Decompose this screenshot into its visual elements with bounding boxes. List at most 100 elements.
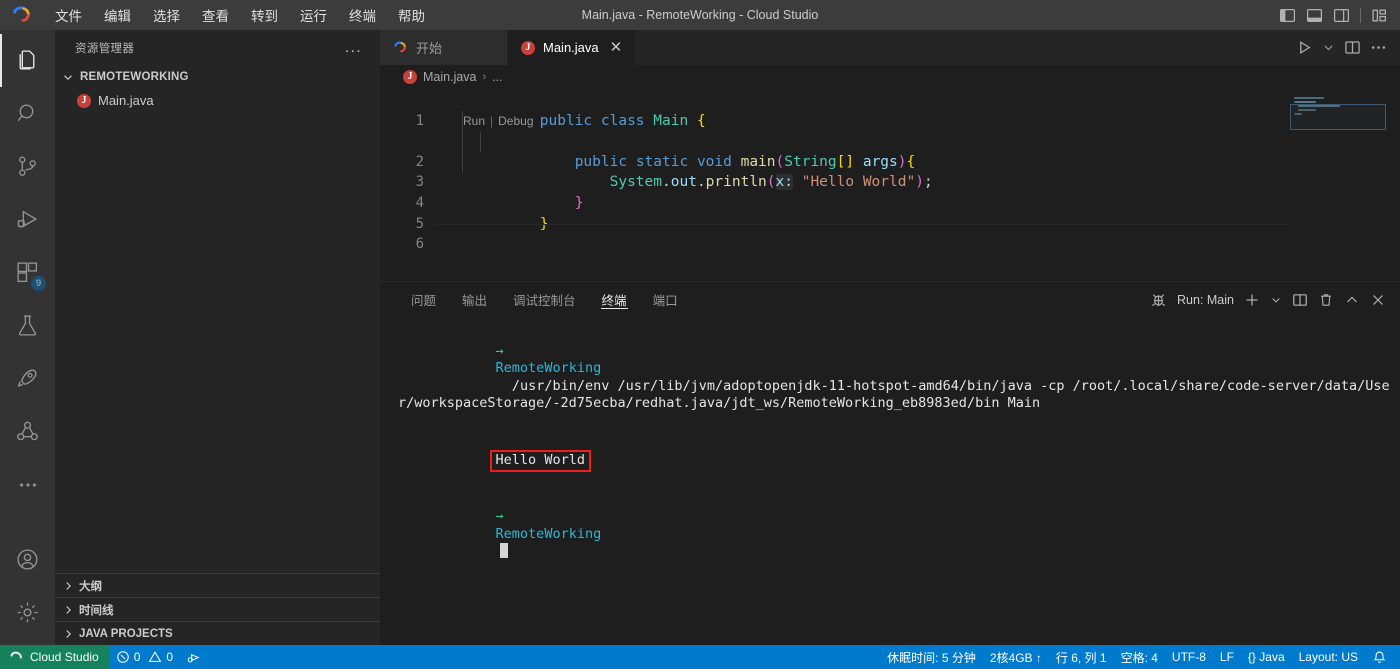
activity-explorer[interactable] — [0, 34, 55, 87]
warning-count: 0 — [166, 650, 174, 664]
bell-icon — [1372, 650, 1387, 665]
run-code-button[interactable] — [1296, 39, 1313, 56]
menu-edit[interactable]: 编辑 — [93, 2, 142, 28]
sidebar-section-timeline[interactable]: 时间线 — [55, 597, 380, 621]
section-label: JAVA PROJECTS — [79, 627, 173, 640]
panel-tab-debug-console[interactable]: 调试控制台 — [500, 282, 589, 317]
error-count: 0 — [133, 650, 141, 664]
status-remote-indicator[interactable]: Cloud Studio — [0, 645, 109, 669]
remote-indicator-icon — [9, 650, 24, 665]
kill-terminal-button[interactable] — [1318, 292, 1334, 308]
breadcrumb-ellipsis[interactable]: ... — [492, 70, 502, 84]
terminal-command-line: → RemoteWorking /usr/bin/env /usr/lib/jv… — [398, 325, 1400, 430]
line-number: 6 — [415, 236, 424, 253]
prompt-arrow: → — [495, 342, 504, 359]
status-eol[interactable]: LF — [1213, 645, 1241, 669]
activity-share[interactable] — [0, 405, 55, 458]
file-name: Main.java — [98, 93, 154, 108]
panel-tab-problems[interactable]: 问题 — [398, 282, 449, 317]
activity-deploy[interactable] — [0, 352, 55, 405]
menu-help[interactable]: 帮助 — [387, 2, 436, 28]
status-notifications[interactable] — [1365, 645, 1394, 669]
status-cursor-position[interactable]: 行 6, 列 1 — [1049, 645, 1114, 669]
breadcrumb: J Main.java › ... — [380, 65, 1400, 88]
terminal-view[interactable]: → RemoteWorking /usr/bin/env /usr/lib/jv… — [380, 317, 1400, 645]
chevron-right-icon — [61, 603, 75, 617]
editor-more-actions-button[interactable] — [1370, 39, 1387, 56]
ports-forwarded-icon — [187, 650, 202, 665]
menu-bar: 文件 编辑 选择 查看 转到 运行 终端 帮助 — [44, 2, 436, 28]
code-editor[interactable]: 1 public class Main { Run | Debug 2 publi… — [380, 88, 1400, 281]
menu-selection[interactable]: 选择 — [142, 2, 191, 28]
explorer-folder-header[interactable]: REMOTEWORKING — [55, 65, 380, 88]
status-keyboard-layout[interactable]: Layout: US — [1292, 645, 1365, 669]
status-hibernate-time[interactable]: 休眠时间: 5 分钟 — [880, 645, 983, 669]
editor-group: 开始 J Main.java ✕ J Main.java › ... 1 pub… — [380, 30, 1400, 645]
java-file-icon: J — [521, 40, 535, 55]
sidebar-section-java-projects[interactable]: JAVA PROJECTS — [55, 621, 380, 645]
chevron-right-icon — [61, 579, 75, 593]
menu-view[interactable]: 查看 — [191, 2, 240, 28]
panel-tabs: 问题 输出 调试控制台 终端 端口 Run: Main — [380, 282, 1400, 317]
activity-extensions[interactable]: 9 — [0, 246, 55, 299]
activity-accounts[interactable] — [0, 533, 55, 586]
error-icon — [116, 650, 130, 664]
chevron-down-icon — [61, 70, 75, 84]
activity-more[interactable] — [0, 458, 55, 511]
status-encoding[interactable]: UTF-8 — [1165, 645, 1213, 669]
activity-testing[interactable] — [0, 299, 55, 352]
tab-welcome[interactable]: 开始 — [380, 30, 508, 65]
tab-label: 开始 — [416, 41, 443, 56]
status-language-mode[interactable]: {} Java — [1241, 645, 1292, 669]
tab-close-icon[interactable]: ✕ — [607, 40, 623, 55]
split-terminal-button[interactable] — [1292, 292, 1308, 308]
menu-terminal[interactable]: 终端 — [338, 2, 387, 28]
terminal-profile-chevron-icon[interactable] — [1270, 294, 1282, 306]
java-file-icon: J — [77, 93, 91, 108]
title-bar: 文件 编辑 选择 查看 转到 运行 终端 帮助 Main.java - Remo… — [0, 0, 1400, 30]
toggle-panel-icon[interactable] — [1306, 7, 1323, 24]
panel-tab-ports[interactable]: 端口 — [640, 282, 691, 317]
sidebar-more-actions-icon[interactable]: ... — [345, 39, 362, 56]
activity-settings[interactable] — [0, 586, 55, 639]
toggle-primary-sidebar-icon[interactable] — [1279, 7, 1296, 24]
code-line-1: 1 public class Main { — [380, 90, 1400, 129]
code-line-4: 4 } — [380, 172, 1400, 211]
status-problems[interactable]: 0 0 — [109, 645, 180, 669]
terminal-selector-label[interactable]: Run: Main — [1177, 293, 1234, 307]
editor-scrollbar[interactable] — [1386, 88, 1400, 281]
status-ports-forwarded[interactable] — [180, 645, 209, 669]
chevron-down-icon[interactable] — [1322, 41, 1335, 54]
toggle-secondary-sidebar-icon[interactable] — [1333, 7, 1350, 24]
status-machine-spec[interactable]: 2核4GB ↑ — [983, 645, 1049, 669]
sidebar-section-outline[interactable]: 大纲 — [55, 573, 380, 597]
prompt-arrow: → — [495, 508, 504, 524]
tab-main-java[interactable]: J Main.java ✕ — [508, 30, 637, 65]
sidebar-header: 资源管理器 ... — [55, 30, 380, 65]
menu-run[interactable]: 运行 — [289, 2, 338, 28]
code-line-2: 2 public static void main(String[] args)… — [380, 131, 1400, 170]
panel-tab-terminal[interactable]: 终端 — [589, 282, 640, 317]
new-terminal-button[interactable] — [1244, 292, 1260, 308]
code-line-5: 5} — [380, 193, 1400, 232]
split-editor-button[interactable] — [1344, 39, 1361, 56]
terminal-output-text: Hello World — [495, 451, 585, 468]
breadcrumb-file[interactable]: Main.java — [423, 70, 477, 84]
activity-source-control[interactable] — [0, 140, 55, 193]
menu-file[interactable]: 文件 — [44, 2, 93, 28]
close-panel-button[interactable] — [1370, 292, 1386, 308]
vscode-window: 文件 编辑 选择 查看 转到 运行 终端 帮助 Main.java - Remo… — [0, 0, 1400, 669]
maximize-panel-button[interactable] — [1344, 292, 1360, 308]
activity-bar: 9 — [0, 30, 55, 645]
folder-name: REMOTEWORKING — [80, 70, 189, 83]
file-tree-item-main-java[interactable]: J Main.java — [55, 89, 380, 112]
status-indentation[interactable]: 空格: 4 — [1114, 645, 1165, 669]
activity-run-debug[interactable] — [0, 193, 55, 246]
chevron-right-icon — [61, 627, 75, 641]
panel-tab-output[interactable]: 输出 — [449, 282, 500, 317]
menu-go[interactable]: 转到 — [240, 2, 289, 28]
prompt-directory: RemoteWorking — [495, 525, 602, 542]
code-line-3: 3 System.out.println(x: "Hello World"); — [380, 152, 1400, 191]
customize-layout-icon[interactable] — [1371, 7, 1388, 24]
activity-search[interactable] — [0, 87, 55, 140]
